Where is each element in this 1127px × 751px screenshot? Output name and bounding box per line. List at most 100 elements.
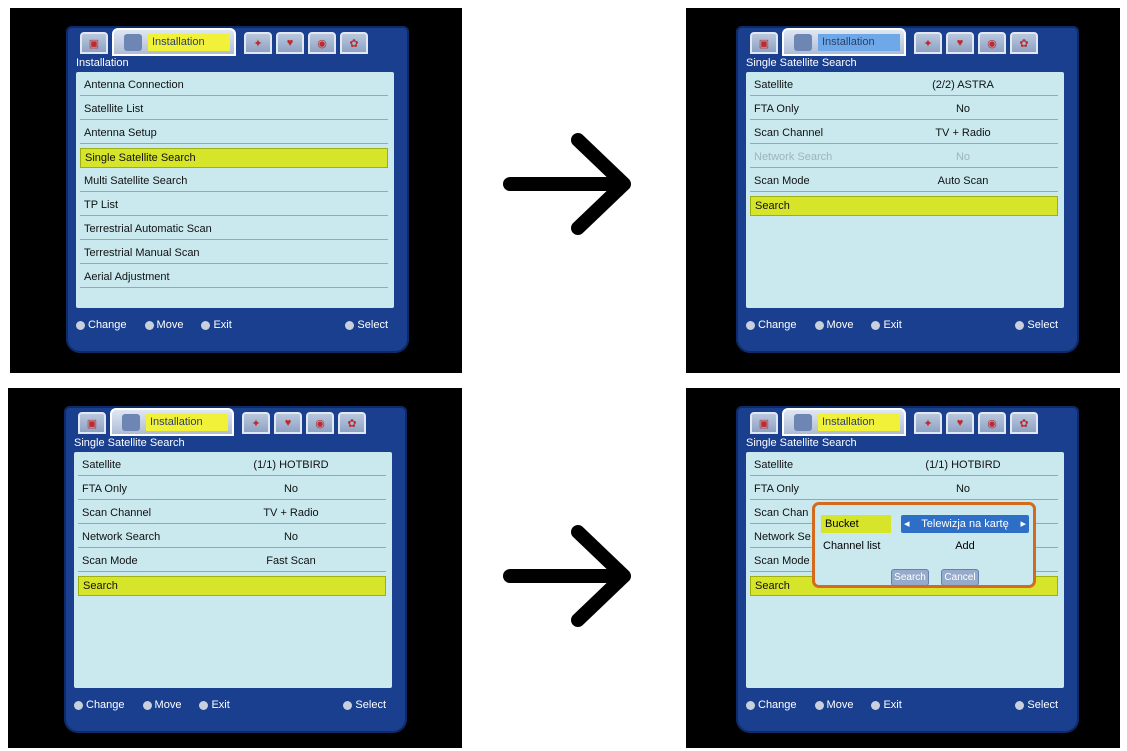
tab-favorites[interactable]: ♥	[946, 412, 974, 434]
tab-installation[interactable]: Installation	[782, 28, 906, 56]
up-down-icon	[144, 320, 154, 330]
setting-value: (1/1) HOTBIRD	[253, 459, 329, 471]
setting-label: Scan Mode	[82, 555, 138, 567]
menu-item[interactable]: Antenna Connection	[80, 76, 388, 96]
tab-media[interactable]: ◉	[978, 32, 1006, 54]
left-right-icon	[746, 320, 755, 330]
setting-row[interactable]: Scan Channel TV + Radio	[78, 504, 386, 524]
menu-item-label: Satellite List	[84, 103, 144, 115]
tab-pictures[interactable]: ▣	[78, 412, 106, 434]
bucket-selector[interactable]: Bucket ◂ Telewizja na kartę ▸	[821, 515, 1029, 533]
tab-settings[interactable]: ✦	[242, 412, 270, 434]
tab-favorites[interactable]: ♥	[946, 32, 974, 54]
tab-settings[interactable]: ✦	[244, 32, 272, 54]
setting-row[interactable]: Network Search No	[78, 528, 386, 548]
setting-row[interactable]: Scan Channel TV + Radio	[750, 124, 1058, 144]
exit-icon	[871, 320, 881, 330]
bucket-value[interactable]: ◂ Telewizja na kartę ▸	[901, 515, 1029, 533]
tab-settings[interactable]: ✦	[914, 32, 942, 54]
tab-tools[interactable]: ✿	[338, 412, 366, 434]
menu-item[interactable]: Satellite List	[80, 100, 388, 120]
setting-value: No	[283, 531, 299, 543]
ok-icon	[345, 320, 355, 330]
tab-media[interactable]: ◉	[978, 412, 1006, 434]
footer-hints: Change Move Exit Select	[746, 695, 1064, 715]
tab-tools[interactable]: ✿	[1010, 412, 1038, 434]
tab-favorites[interactable]: ♥	[274, 412, 302, 434]
menu-item[interactable]: Antenna Setup	[80, 124, 388, 144]
setting-row[interactable]: Satellite (1/1) HOTBIRD	[78, 456, 386, 476]
setting-label: FTA Only	[82, 483, 128, 495]
hint-change: Change	[74, 699, 125, 711]
setting-value: (2/2) ASTRA	[932, 79, 994, 91]
screen-single-search-astra: ▣ Installation ✦ ♥ ◉ ✿ Single Satellite …	[686, 8, 1120, 373]
menu-item[interactable]: Terrestrial Manual Scan	[80, 244, 388, 264]
setting-row[interactable]: Scan Mode Fast Scan	[78, 552, 386, 572]
arrow-right-icon	[503, 525, 631, 627]
setting-label: Search	[755, 580, 790, 592]
chevron-right-icon[interactable]: ▸	[1020, 515, 1026, 533]
setting-row[interactable]: FTA Only No	[750, 100, 1058, 120]
left-right-icon	[746, 700, 755, 710]
tab-settings[interactable]: ✦	[914, 412, 942, 434]
setting-label: Network Search	[82, 531, 161, 543]
setting-label: Scan Mode	[754, 175, 810, 187]
menu-item[interactable]: Aerial Adjustment	[80, 268, 388, 288]
satellite-dish-icon	[794, 34, 812, 51]
picture-icon: ▣	[758, 37, 770, 50]
osd-window: ▣ Installation ✦ ♥ ◉ ✿ Installation Ante…	[66, 26, 409, 353]
tab-pictures[interactable]: ▣	[750, 412, 778, 434]
tab-media[interactable]: ◉	[306, 412, 334, 434]
footer-hints: Change Move Exit Select	[76, 315, 394, 335]
tab-bar: ▣ Installation ✦ ♥ ◉ ✿	[72, 28, 402, 56]
tab-installation[interactable]: Installation	[112, 28, 236, 56]
satellite-dish-icon	[124, 34, 142, 51]
setting-row[interactable]: Search	[78, 576, 386, 596]
tab-favorites[interactable]: ♥	[276, 32, 304, 54]
setting-row[interactable]: Search	[750, 196, 1058, 216]
channel-list-row[interactable]: Channel list Add	[821, 537, 1029, 555]
media-icon: ◉	[987, 37, 997, 50]
setting-row[interactable]: FTA Only No	[78, 480, 386, 500]
setting-value: (1/1) HOTBIRD	[925, 459, 1001, 471]
screen-installation-menu: ▣ Installation ✦ ♥ ◉ ✿ Installation Ante…	[10, 8, 462, 373]
heart-icon: ♥	[956, 37, 964, 49]
setting-label: Scan Channel	[82, 507, 152, 519]
hint-change: Change	[746, 319, 797, 331]
chevron-left-icon[interactable]: ◂	[904, 515, 910, 533]
tab-pictures[interactable]: ▣	[80, 32, 108, 54]
menu-item-label: Antenna Setup	[84, 127, 157, 139]
satellite-dish-icon	[122, 414, 140, 431]
setting-label: Scan Mode	[754, 555, 810, 567]
cancel-button[interactable]: Cancel	[941, 569, 979, 586]
menu-title: Single Satellite Search	[746, 57, 857, 69]
menu-item[interactable]: TP List	[80, 196, 388, 216]
setting-row[interactable]: Network Search No	[750, 148, 1058, 168]
channel-list-value: Add	[955, 540, 975, 552]
menu-item[interactable]: Single Satellite Search	[80, 148, 388, 168]
tab-tools[interactable]: ✿	[340, 32, 368, 54]
menu-item[interactable]: Multi Satellite Search	[80, 172, 388, 192]
left-right-icon	[76, 320, 85, 330]
menu-item[interactable]: Terrestrial Automatic Scan	[80, 220, 388, 240]
osd-window: ▣ Installation ✦ ♥ ◉ ✿ Single Satellite …	[736, 406, 1079, 733]
search-button[interactable]: Search	[891, 569, 929, 586]
setting-label: Network Search	[754, 151, 833, 163]
setting-row[interactable]: Satellite (1/1) HOTBIRD	[750, 456, 1058, 476]
tab-media[interactable]: ◉	[308, 32, 336, 54]
tab-installation[interactable]: Installation	[110, 408, 234, 436]
tab-installation-label: Installation	[146, 414, 228, 431]
tab-pictures[interactable]: ▣	[750, 32, 778, 54]
setting-row[interactable]: FTA Only No	[750, 480, 1058, 500]
exit-icon	[199, 700, 209, 710]
tab-installation[interactable]: Installation	[782, 408, 906, 436]
menu-item-label: Antenna Connection	[84, 79, 184, 91]
setting-value: No	[955, 103, 971, 115]
hint-exit: Exit	[201, 319, 232, 331]
setting-row[interactable]: Scan Mode Auto Scan	[750, 172, 1058, 192]
setting-row[interactable]: Satellite (2/2) ASTRA	[750, 76, 1058, 96]
setting-label: Satellite	[754, 459, 794, 471]
settings-icon: ✦	[923, 417, 933, 430]
tab-tools[interactable]: ✿	[1010, 32, 1038, 54]
exit-icon	[871, 700, 881, 710]
